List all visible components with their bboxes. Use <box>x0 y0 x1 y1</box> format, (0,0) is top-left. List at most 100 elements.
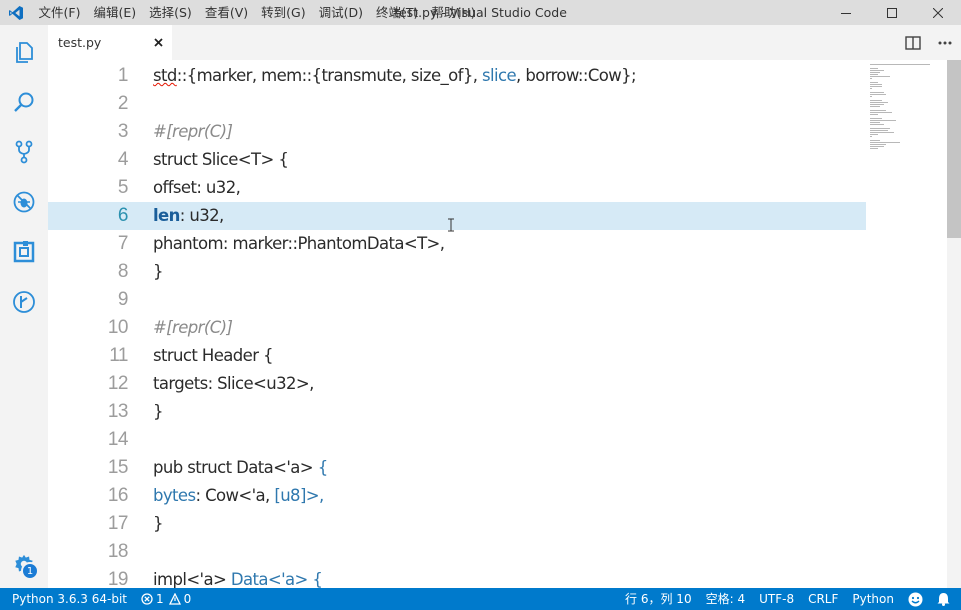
title-bar: 文件(F) 编辑(E) 选择(S) 查看(V) 转到(G) 调试(D) 终端(T) 帮助(H)… <box>0 0 961 25</box>
code-line[interactable]: 1 std::{marker, mem::{transmute, size_of}… <box>48 62 866 90</box>
code-line[interactable]: 7 phantom: marker::PhantomData<T>, <box>48 230 866 258</box>
code-line[interactable]: 4 struct Slice<T> { <box>48 146 866 174</box>
minimap-line <box>870 110 886 111</box>
maximize-button[interactable] <box>869 0 915 25</box>
menu-item[interactable]: 编辑(E) <box>87 0 143 25</box>
encoding[interactable]: UTF-8 <box>752 588 801 610</box>
minimap-line <box>870 106 880 107</box>
code-line[interactable]: 18 <box>48 538 866 566</box>
line-number: 14 <box>107 429 129 450</box>
code-line[interactable]: 16 bytes: Cow<'a, [u8]>, <box>48 482 866 510</box>
code-token: offset: u32, <box>153 178 241 197</box>
minimap-line <box>870 70 884 71</box>
debug-icon[interactable] <box>8 186 40 218</box>
end-of-line[interactable]: CRLF <box>801 588 845 610</box>
code-text: len: u32, <box>153 202 224 230</box>
menu-item[interactable]: 帮助(H) <box>425 0 482 25</box>
code-token: struct Header { <box>153 346 274 365</box>
minimap-line <box>870 92 884 93</box>
code-line[interactable]: 13} <box>48 398 866 426</box>
minimap-line <box>870 148 878 149</box>
minimap-line <box>870 102 888 103</box>
minimap-line <box>870 142 900 143</box>
code-token: [u8]>, <box>274 486 324 505</box>
menu-item[interactable]: 调试(D) <box>312 0 369 25</box>
close-window-button[interactable] <box>915 0 961 25</box>
extensions-icon[interactable] <box>8 236 40 268</box>
minimap-line <box>870 72 880 73</box>
menu-item[interactable]: 文件(F) <box>32 0 87 25</box>
more-actions-icon[interactable] <box>929 25 961 60</box>
code-token: , borrow::Cow}; <box>516 66 637 85</box>
menu-item[interactable]: 转到(G) <box>255 0 312 25</box>
search-icon[interactable] <box>8 86 40 118</box>
files-icon[interactable] <box>8 36 40 68</box>
code-text: bytes: Cow<'a, [u8]>, <box>153 482 324 510</box>
minimap-line <box>870 146 884 147</box>
menu-item[interactable]: 查看(V) <box>198 0 254 25</box>
line-number: 12 <box>107 373 129 394</box>
minimap-line <box>870 128 890 129</box>
minimize-button[interactable] <box>823 0 869 25</box>
code-line[interactable]: 15 pub struct Data<'a> { <box>48 454 866 482</box>
error-icon <box>141 593 153 605</box>
minimap-line <box>870 124 884 125</box>
code-token: struct Slice<T> { <box>153 150 289 169</box>
code-token: targets: Slice<u32>, <box>153 374 314 393</box>
code-line[interactable]: 5 offset: u32, <box>48 174 866 202</box>
cursor-position[interactable]: 行 6，列 10 <box>618 588 699 610</box>
minimap-line <box>870 86 882 87</box>
code-line[interactable]: 17} <box>48 510 866 538</box>
code-line[interactable]: 9 <box>48 286 866 314</box>
code-token: impl<'a> <box>153 570 231 588</box>
window-controls <box>823 0 961 25</box>
notifications-bell-icon[interactable] <box>930 592 957 606</box>
code-line[interactable]: 3 #[repr(C)] <box>48 118 866 146</box>
timeline-icon[interactable] <box>8 286 40 318</box>
indentation[interactable]: 空格: 4 <box>699 588 753 610</box>
code-text: offset: u32, <box>153 174 241 202</box>
code-token: } <box>153 402 164 421</box>
tab-test-py[interactable]: test.py <box>48 25 172 60</box>
minimap-line <box>870 82 878 83</box>
minimap-line <box>870 94 886 95</box>
status-bar: Python 3.6.3 64-bit 1 0 行 6，列 10 空格: 4 U… <box>0 588 961 610</box>
code-line[interactable]: 14 <box>48 426 866 454</box>
feedback-smiley-icon[interactable] <box>901 592 930 607</box>
code-token: : u32, <box>179 206 225 225</box>
code-line[interactable]: 11 struct Header { <box>48 342 866 370</box>
vertical-scrollbar[interactable] <box>947 60 961 588</box>
error-squiggle[interactable]: std <box>153 66 177 85</box>
code-line[interactable]: 10 #[repr(C)] <box>48 314 866 342</box>
code-text: } <box>153 510 164 538</box>
code-editor[interactable]: 1 std::{marker, mem::{transmute, size_of}… <box>48 60 961 588</box>
scrollbar-thumb[interactable] <box>947 60 961 238</box>
split-editor-icon[interactable] <box>897 25 929 60</box>
line-number: 19 <box>107 569 129 588</box>
code-line[interactable]: 6 len: u32, <box>48 202 866 230</box>
minimap-line <box>870 96 872 97</box>
close-tab-icon[interactable] <box>150 34 166 50</box>
code-line[interactable]: 8} <box>48 258 866 286</box>
problems-indicator[interactable]: 1 0 <box>134 588 198 610</box>
minimap-line <box>870 104 884 105</box>
language-mode[interactable]: Python <box>845 588 901 610</box>
source-control-icon[interactable] <box>8 136 40 168</box>
error-count: 1 <box>156 592 164 606</box>
code-line[interactable]: 2 <box>48 90 866 118</box>
python-interpreter[interactable]: Python 3.6.3 64-bit <box>0 588 134 610</box>
minimap-line <box>870 136 872 137</box>
code-token: #[repr(C)] <box>153 122 233 141</box>
code-text: #[repr(C)] <box>153 314 233 342</box>
code-token: len <box>153 206 180 225</box>
code-token: bytes <box>153 486 196 505</box>
minimap[interactable] <box>866 60 946 588</box>
line-number: 4 <box>117 149 129 170</box>
code-line[interactable]: 12 targets: Slice<u32>, <box>48 370 866 398</box>
manage-badge: 1 <box>21 562 39 580</box>
code-line[interactable]: 19 impl<'a> Data<'a> { <box>48 566 866 588</box>
minimap-line <box>870 78 872 79</box>
menu-item[interactable]: 选择(S) <box>143 0 199 25</box>
menu-bar: 文件(F) 编辑(E) 选择(S) 查看(V) 转到(G) 调试(D) 终端(T) 帮助(H) <box>32 0 482 25</box>
menu-item[interactable]: 终端(T) <box>369 0 424 25</box>
